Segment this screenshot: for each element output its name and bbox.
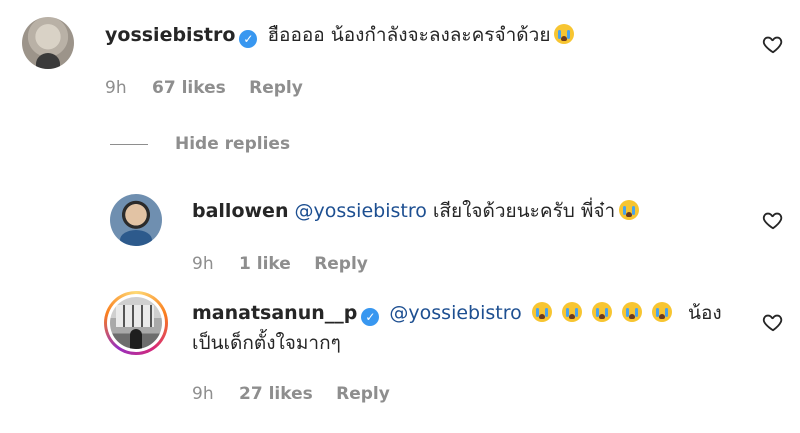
hide-replies-label: Hide replies (175, 134, 291, 154)
reply-likes[interactable]: 1 like (239, 254, 291, 274)
reply-likes[interactable]: 27 likes (239, 384, 313, 404)
reply-time: 9h (192, 254, 214, 274)
reply-body: manatsanun__p ✓ @yossiebistro น้อง (192, 300, 722, 326)
avatar[interactable] (110, 194, 162, 246)
verified-badge-icon: ✓ (239, 30, 258, 48)
heart-icon[interactable] (762, 209, 784, 231)
crying-face-emoji-icon (561, 302, 582, 322)
divider (110, 143, 148, 145)
crying-face-emoji-icon (591, 302, 612, 322)
reply-username[interactable]: ballowen (192, 200, 288, 222)
crying-face-emoji-icon (554, 24, 575, 44)
reply-button[interactable]: Reply (314, 254, 368, 274)
comment-body: yossiebistro ✓ ฮืออออ น้องกำลังจะลงละครจำ… (105, 22, 575, 48)
reply-meta: 9h 1 like Reply (192, 254, 386, 274)
verified-badge-icon: ✓ (361, 308, 380, 326)
comment-meta: 9h 67 likes Reply (105, 78, 321, 98)
crying-face-emoji-icon (651, 302, 672, 322)
comment-text: ฮืออออ น้องกำลังจะลงละครจำด้วย (267, 24, 551, 46)
avatar[interactable] (22, 17, 74, 69)
comment-time: 9h (105, 78, 127, 98)
comment-username[interactable]: yossiebistro (105, 24, 235, 46)
reply-button[interactable]: Reply (249, 78, 303, 98)
crying-face-emoji-icon (531, 302, 552, 322)
reply-text: เป็นเด็กตั้งใจมากๆ (192, 332, 341, 354)
reply-text: น้อง (688, 302, 722, 324)
reply-body: ballowen @yossiebistro เสียใจด้วยนะครับ … (192, 198, 640, 224)
comment-likes[interactable]: 67 likes (152, 78, 226, 98)
hide-replies-toggle[interactable]: Hide replies (110, 134, 290, 154)
avatar (110, 297, 162, 349)
reply-text: เสียใจด้วยนะครับ พี่จ๋า (432, 200, 616, 222)
crying-face-emoji-icon (621, 302, 642, 322)
mention-link[interactable]: @yossiebistro (389, 302, 521, 324)
heart-icon[interactable] (762, 33, 784, 55)
reply-body-line2: เป็นเด็กตั้งใจมากๆ (192, 330, 341, 356)
avatar-story-ring[interactable] (104, 291, 168, 355)
mention-link[interactable]: @yossiebistro (295, 200, 427, 222)
reply-time: 9h (192, 384, 214, 404)
heart-icon[interactable] (762, 311, 784, 333)
reply-button[interactable]: Reply (336, 384, 390, 404)
crying-face-emoji-icon (619, 200, 640, 220)
avatar-ring-inner (107, 294, 165, 352)
reply-meta: 9h 27 likes Reply (192, 384, 408, 404)
reply-username[interactable]: manatsanun__p (192, 302, 357, 324)
